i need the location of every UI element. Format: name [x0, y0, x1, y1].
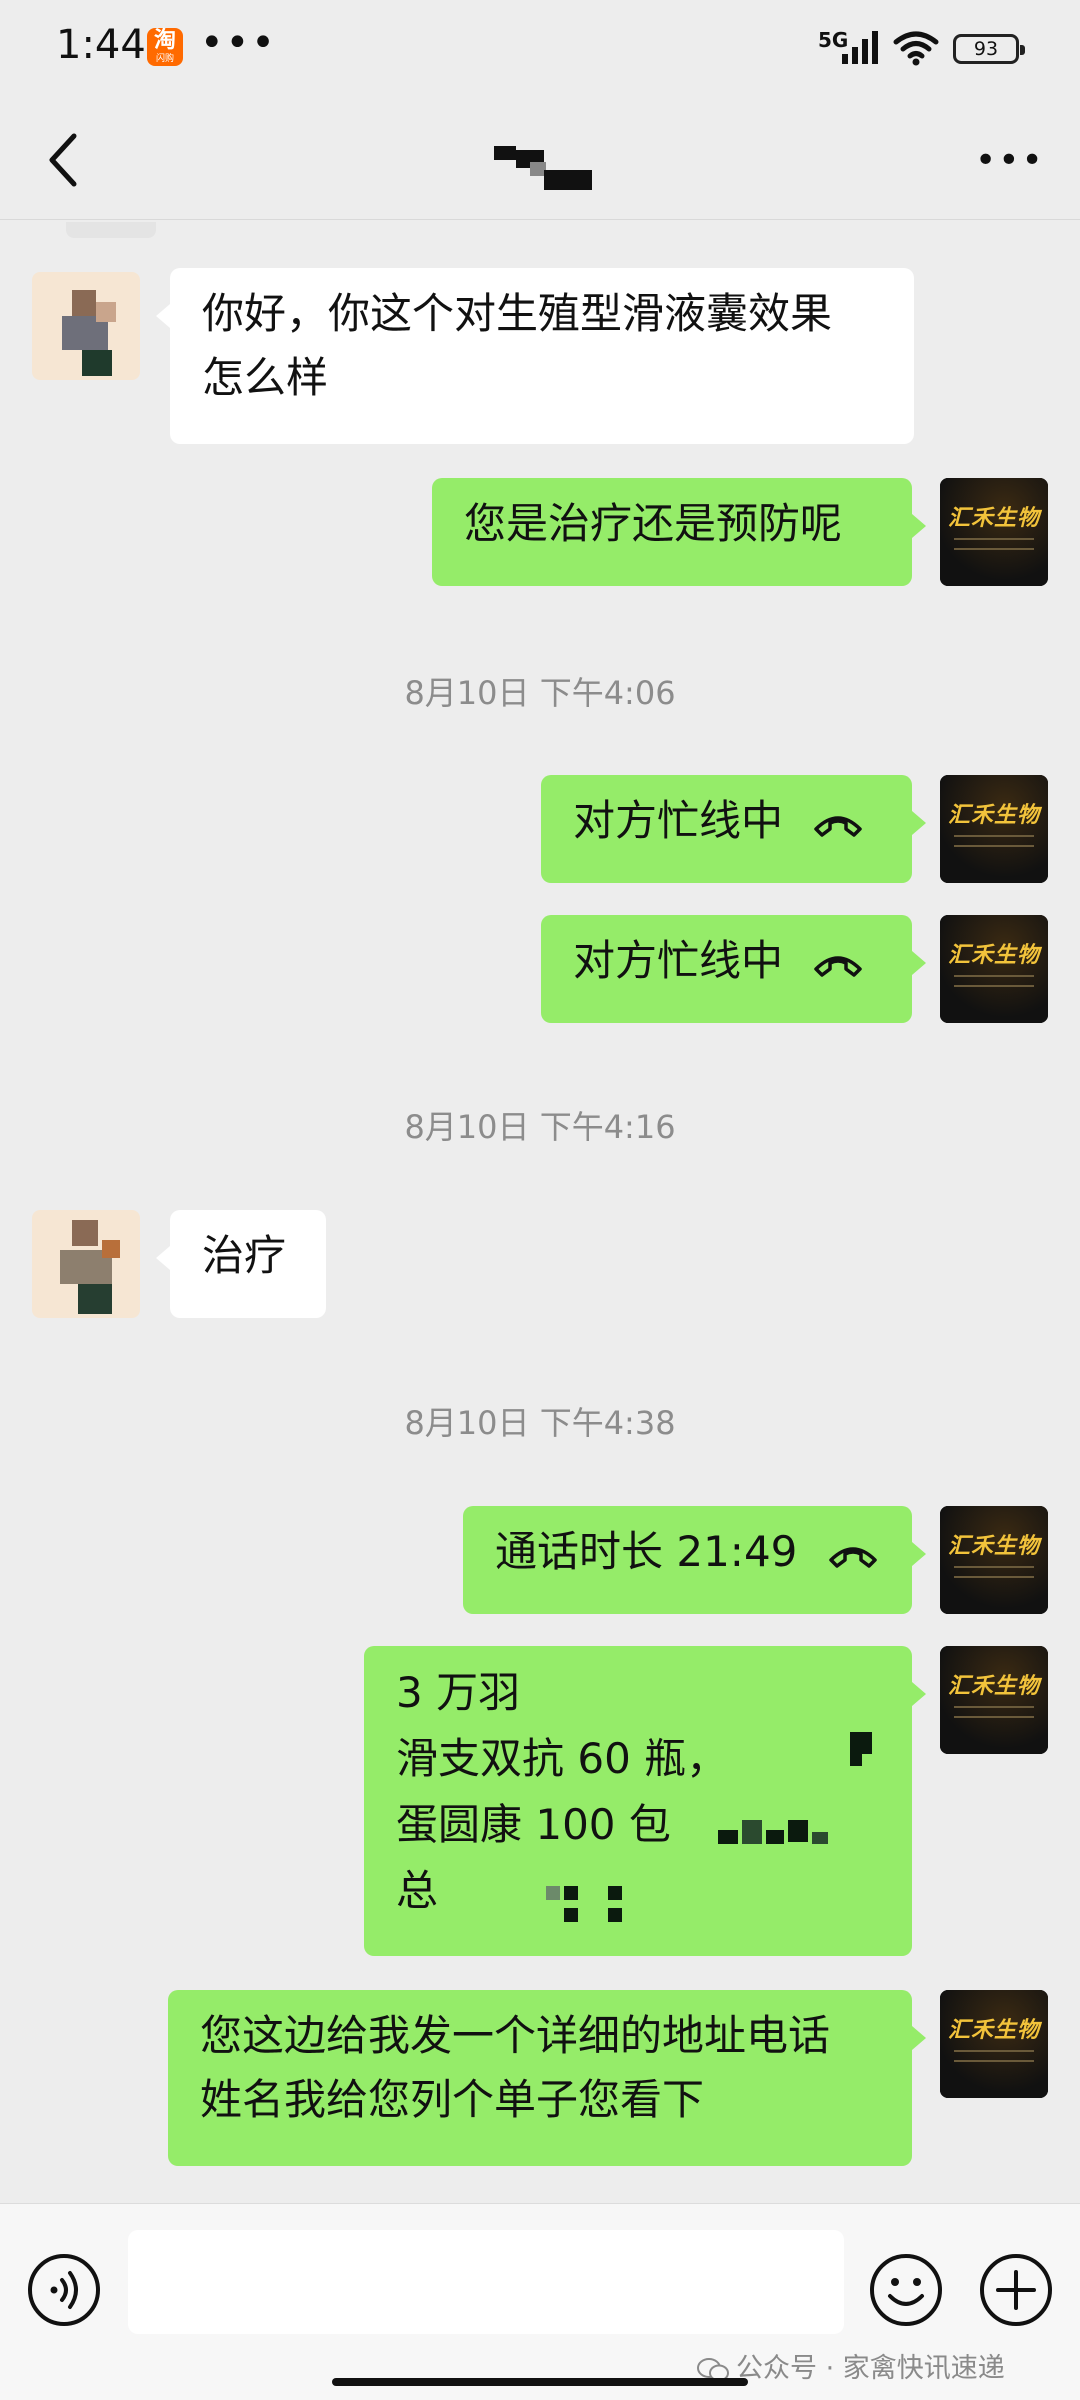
timestamp: 8月10日 下午4:06	[404, 674, 676, 712]
redacted-mosaic	[742, 1820, 762, 1844]
phone-hangup-icon	[814, 815, 863, 837]
my-avatar[interactable]: 汇禾生物	[940, 1990, 1048, 2098]
battery-indicator: 93	[953, 34, 1025, 64]
contact-avatar[interactable]	[32, 1210, 140, 1318]
redacted-mosaic	[850, 1754, 862, 1766]
message-bubble-outgoing[interactable]: 您是治疗还是预防呢	[432, 478, 926, 586]
home-indicator[interactable]	[332, 2378, 748, 2386]
plus-icon[interactable]	[978, 2252, 1054, 2328]
brand-avatar-text: 汇禾生物	[947, 1673, 1040, 1699]
message-line: 您这边给我发一个详细的地址电话	[200, 2011, 831, 2060]
message-line: 姓名我给您列个单子您看下	[200, 2075, 705, 2124]
message-line: 治疗	[202, 1231, 287, 1280]
call-status-text: 对方忙线中	[573, 936, 784, 985]
chat-header: •••	[0, 100, 1080, 220]
message-bubble-incoming[interactable]: 你好，你这个对生殖型滑液囊效果 怎么样	[156, 268, 914, 444]
my-avatar[interactable]: 汇禾生物	[940, 775, 1048, 883]
message-line: 您是治疗还是预防呢	[464, 499, 843, 548]
brand-avatar-text: 汇禾生物	[947, 505, 1040, 531]
message-bubble-incoming[interactable]: 治疗	[156, 1210, 326, 1318]
timestamp: 8月10日 下午4:16	[404, 1108, 676, 1146]
redacted-mosaic	[608, 1908, 622, 1922]
phone-hangup-icon	[829, 1546, 877, 1568]
message-line: 你好，你这个对生殖型滑液囊效果	[202, 289, 833, 338]
redacted-mosaic	[788, 1820, 808, 1842]
brand-avatar-text: 汇禾生物	[947, 802, 1040, 828]
back-button[interactable]	[38, 130, 88, 190]
status-time: 1:44	[56, 22, 146, 68]
brand-avatar-text: 汇禾生物	[947, 2017, 1040, 2043]
my-avatar[interactable]: 汇禾生物	[940, 1506, 1048, 1614]
message-line: 总	[396, 1866, 439, 1915]
my-avatar[interactable]: 汇禾生物	[940, 1646, 1048, 1754]
taobao-badge-label: 淘	[153, 28, 176, 53]
call-record-bubble[interactable]: 对方忙线中	[541, 915, 926, 1023]
call-record-bubble[interactable]: 对方忙线中	[541, 775, 926, 883]
message-bubble-outgoing[interactable]: 您这边给我发一个详细的地址电话 姓名我给您列个单子您看下	[168, 1990, 926, 2166]
more-notifications-icon: •••	[200, 20, 277, 66]
redacted-mosaic	[812, 1832, 828, 1844]
call-status-text: 对方忙线中	[573, 796, 784, 845]
more-options-button[interactable]: •••	[975, 140, 1043, 181]
taobao-badge-sub: 闪购	[155, 54, 174, 64]
chat-input-bar: 公众号 · 家禽快讯速递	[0, 2203, 1080, 2400]
my-avatar[interactable]: 汇禾生物	[940, 915, 1048, 1023]
contact-avatar[interactable]	[32, 272, 140, 380]
watermark-text: 公众号 · 家禽快讯速递	[736, 2353, 1005, 2384]
wifi-icon	[893, 31, 939, 66]
cropped-message-edge	[66, 222, 156, 238]
redacted-mosaic	[546, 1886, 560, 1900]
voice-icon[interactable]	[26, 2252, 102, 2328]
message-line: 滑支双抗 60 瓶，	[396, 1734, 729, 1783]
contact-name-redacted	[494, 146, 592, 190]
redacted-mosaic	[608, 1886, 622, 1900]
redacted-mosaic	[718, 1830, 738, 1844]
redacted-mosaic	[564, 1886, 578, 1900]
phone-hangup-icon	[814, 955, 863, 977]
call-record-bubble[interactable]: 通话时长 21:49	[463, 1506, 926, 1614]
timestamp: 8月10日 下午4:38	[404, 1404, 676, 1442]
message-line: 3 万羽	[396, 1668, 521, 1717]
emoji-icon[interactable]	[868, 2252, 944, 2328]
redacted-mosaic	[564, 1908, 578, 1922]
message-line: 怎么样	[202, 353, 329, 402]
redacted-mosaic	[766, 1830, 784, 1844]
brand-avatar-text: 汇禾生物	[947, 1533, 1040, 1559]
brand-avatar-text: 汇禾生物	[947, 942, 1040, 968]
status-bar: 1:44 淘 闪购 ••• 5G 93	[0, 0, 1080, 100]
message-input[interactable]	[128, 2230, 844, 2334]
signal-icon	[842, 31, 878, 64]
taobao-app-icon: 淘 闪购	[147, 28, 183, 66]
call-duration-text: 通话时长 21:49	[495, 1527, 798, 1576]
redacted-mosaic	[850, 1732, 872, 1754]
order-message-bubble[interactable]: 3 万羽 滑支双抗 60 瓶， 蛋圆康 100 包 总	[364, 1646, 926, 1956]
my-avatar[interactable]: 汇禾生物	[940, 478, 1048, 586]
